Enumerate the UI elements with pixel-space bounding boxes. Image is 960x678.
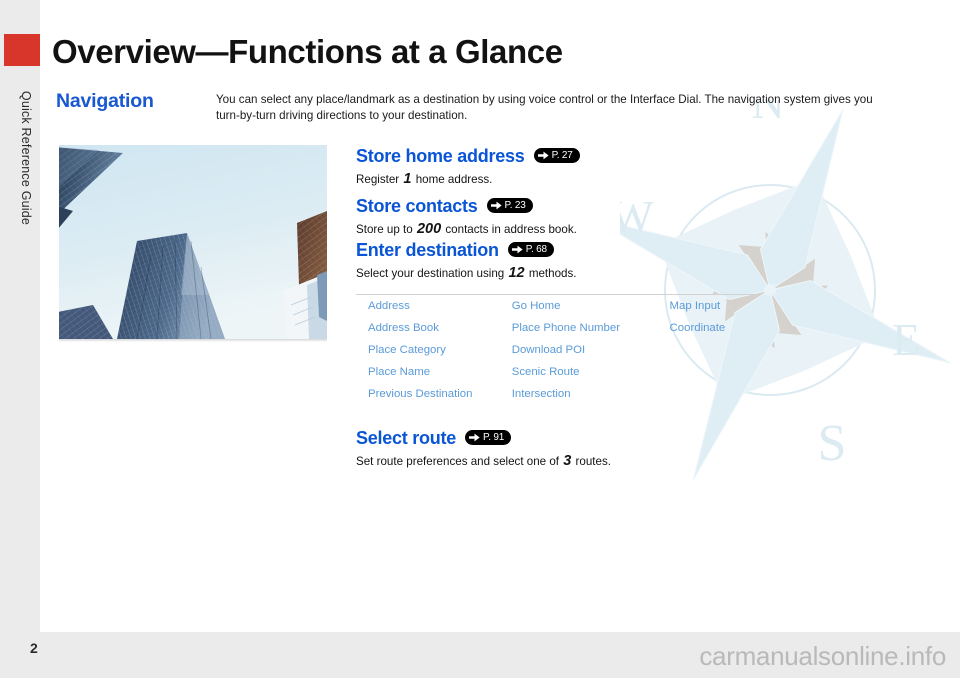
feature-description: Set route preferences and select one of … <box>356 453 611 469</box>
feature-store-contacts: Store contacts P. 23 Store up to 200 con… <box>356 196 577 237</box>
feature-heading: Store home address P. 27 <box>356 146 580 167</box>
page-reference-label: P. 27 <box>551 150 573 161</box>
page-reference-badge[interactable]: P. 27 <box>533 148 580 163</box>
feature-heading-text: Select route <box>356 428 457 448</box>
table-row: Place Category Download POI <box>356 339 756 361</box>
section-label-navigation: Navigation <box>56 90 154 112</box>
desc-before: Store up to <box>356 223 416 236</box>
document-page: Quick Reference Guide N W E S Overview—F… <box>0 0 960 678</box>
method-cell[interactable]: Scenic Route <box>500 361 658 383</box>
site-watermark: carmanualsonline.info <box>699 641 946 671</box>
page-reference-badge[interactable]: P. 91 <box>465 430 512 445</box>
method-cell[interactable]: Address Book <box>356 317 500 339</box>
method-cell <box>658 339 756 361</box>
side-tab-label: Quick Reference Guide <box>19 90 33 226</box>
page-reference-badge[interactable]: P. 68 <box>507 242 554 257</box>
method-cell[interactable]: Coordinate <box>658 317 756 339</box>
table-row: Place Name Scenic Route <box>356 361 756 383</box>
method-cell[interactable]: Go Home <box>500 295 658 318</box>
skyscraper-photo <box>59 145 327 339</box>
arrow-right-icon <box>537 151 549 160</box>
desc-number: 200 <box>416 221 442 237</box>
method-cell[interactable]: Place Category <box>356 339 500 361</box>
desc-before: Set route preferences and select one of <box>356 455 563 468</box>
desc-number: 3 <box>563 453 572 469</box>
page-reference-label: P. 68 <box>525 244 547 255</box>
table-row: Address Go Home Map Input <box>356 295 756 318</box>
photo-shadow <box>59 339 327 342</box>
method-cell <box>658 383 756 405</box>
feature-description: Select your destination using 12 methods… <box>356 265 577 281</box>
section-intro-text: You can select any place/landmark as a d… <box>216 93 873 122</box>
feature-description: Register 1 home address. <box>356 171 580 187</box>
feature-heading-text: Store contacts <box>356 196 478 216</box>
feature-heading: Enter destination P. 68 <box>356 240 577 261</box>
feature-heading: Store contacts P. 23 <box>356 196 577 217</box>
destination-methods-table: Address Go Home Map Input Address Book P… <box>356 294 756 405</box>
table-row: Previous Destination Intersection <box>356 383 756 405</box>
arrow-right-icon <box>490 201 502 210</box>
table-row: Address Book Place Phone Number Coordina… <box>356 317 756 339</box>
method-cell[interactable]: Intersection <box>500 383 658 405</box>
method-cell[interactable]: Map Input <box>658 295 756 318</box>
feature-enter-destination: Enter destination P. 68 Select your dest… <box>356 240 577 281</box>
arrow-right-icon <box>469 433 480 442</box>
feature-select-route: Select route P. 91 Set route preferences… <box>356 428 611 469</box>
desc-after: contacts in address book. <box>442 223 577 236</box>
feature-description: Store up to 200 contacts in address book… <box>356 221 577 237</box>
page-title: Overview—Functions at a Glance <box>52 33 563 70</box>
arrow-right-icon <box>511 245 523 254</box>
desc-number: 12 <box>508 265 525 281</box>
page-number: 2 <box>30 640 38 656</box>
feature-heading-text: Enter destination <box>356 240 499 260</box>
feature-heading: Select route P. 91 <box>356 428 611 449</box>
desc-after: home address. <box>412 173 493 186</box>
method-cell[interactable]: Download POI <box>500 339 658 361</box>
method-cell[interactable]: Place Name <box>356 361 500 383</box>
page-reference-label: P. 23 <box>504 200 526 211</box>
page-reference-badge[interactable]: P. 23 <box>486 198 533 213</box>
desc-number: 1 <box>403 171 412 187</box>
feature-store-home-address: Store home address P. 27 Register 1 home… <box>356 146 580 187</box>
desc-before: Register <box>356 173 403 186</box>
desc-after: routes. <box>572 455 611 468</box>
desc-before: Select your destination using <box>356 267 508 280</box>
method-cell[interactable]: Previous Destination <box>356 383 500 405</box>
desc-after: methods. <box>525 267 577 280</box>
method-cell <box>658 361 756 383</box>
page-reference-label: P. 91 <box>483 432 505 443</box>
method-cell[interactable]: Address <box>356 295 500 318</box>
method-cell[interactable]: Place Phone Number <box>500 317 658 339</box>
side-tab: Quick Reference Guide <box>0 0 40 632</box>
feature-heading-text: Store home address <box>356 146 525 166</box>
